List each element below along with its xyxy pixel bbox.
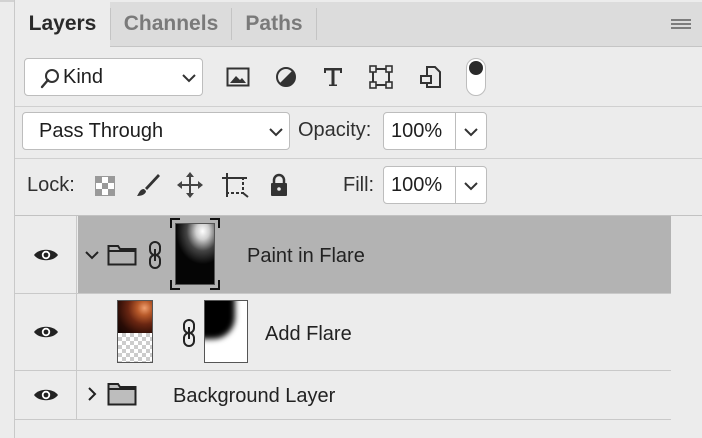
lock-position-icon[interactable] (175, 170, 205, 200)
lock-artboard-icon[interactable] (220, 170, 250, 200)
divider (15, 419, 702, 420)
search-icon (40, 69, 59, 89)
lock-image-pixels-icon[interactable] (133, 170, 163, 200)
layer-row-body: Add Flare (78, 294, 671, 370)
lock-label: Lock: (27, 174, 75, 196)
panel-menu-icon[interactable] (671, 19, 691, 31)
filter-kind-select[interactable]: Kind (24, 58, 203, 96)
layer-row-background-layer[interactable]: Background Layer (15, 371, 702, 419)
type-filter-icon[interactable] (318, 62, 348, 92)
blend-mode-value: Pass Through (39, 120, 164, 142)
folder-icon (107, 383, 137, 406)
layer-thumbnail[interactable] (117, 300, 153, 363)
divider (15, 106, 702, 107)
folder-icon (107, 245, 137, 266)
toggle-knob (469, 61, 483, 75)
layers-panel: Layers Channels Paths Kind Pass Through … (14, 0, 702, 438)
tab-bar: Layers Channels Paths (15, 2, 702, 47)
adjustment-filter-icon[interactable] (271, 62, 301, 92)
shape-filter-icon[interactable] (366, 62, 396, 92)
mask-thumbnail[interactable] (204, 300, 248, 363)
filter-toggle-switch[interactable] (466, 58, 486, 96)
link-icon[interactable] (148, 240, 162, 270)
opacity-label: Opacity: (298, 119, 372, 141)
chevron-down-icon[interactable] (463, 180, 479, 192)
tab-channels[interactable]: Channels (111, 2, 231, 46)
filter-kind-label: Kind (63, 66, 104, 88)
layer-row-add-flare[interactable]: Add Flare (15, 294, 702, 370)
layer-row-body: Background Layer (78, 371, 671, 419)
tab-divider (316, 8, 317, 40)
link-icon[interactable] (182, 318, 196, 348)
visibility-toggle[interactable] (15, 216, 77, 293)
fill-field[interactable]: 100% (383, 166, 487, 204)
opacity-value: 100% (391, 120, 443, 142)
eye-icon (33, 326, 58, 338)
fill-label: Fill: (343, 174, 375, 196)
chevron-down-icon[interactable] (84, 249, 100, 261)
layer-name: Add Flare (265, 323, 352, 345)
mask-thumbnail (175, 223, 215, 285)
layer-name: Paint in Flare (247, 245, 365, 267)
eye-icon (33, 249, 58, 260)
layer-name: Background Layer (173, 385, 336, 407)
eye-icon (33, 389, 58, 401)
lock-all-icon[interactable] (264, 170, 294, 200)
layer-row-paint-in-flare[interactable]: Paint in Flare (15, 216, 702, 293)
visibility-toggle[interactable] (15, 294, 77, 370)
chevron-down-icon[interactable] (463, 126, 479, 138)
image-filter-icon[interactable] (223, 62, 253, 92)
mask-thumbnail-selected-frame[interactable] (170, 218, 220, 290)
fill-value: 100% (391, 174, 443, 196)
scroll-gutter[interactable] (671, 216, 702, 438)
tab-paths[interactable]: Paths (232, 2, 316, 46)
divider (15, 158, 702, 159)
chevron-down-icon (182, 74, 196, 83)
layer-row-body: Paint in Flare (78, 216, 671, 293)
lock-transparent-pixels-icon[interactable] (91, 172, 119, 200)
tab-layers[interactable]: Layers (15, 2, 110, 47)
opacity-field[interactable]: 100% (383, 112, 487, 150)
chevron-right-icon[interactable] (86, 386, 98, 402)
smart-object-filter-icon[interactable] (415, 62, 445, 92)
visibility-toggle[interactable] (15, 371, 77, 419)
chevron-down-icon (269, 128, 283, 137)
blend-mode-select[interactable]: Pass Through (22, 112, 290, 150)
